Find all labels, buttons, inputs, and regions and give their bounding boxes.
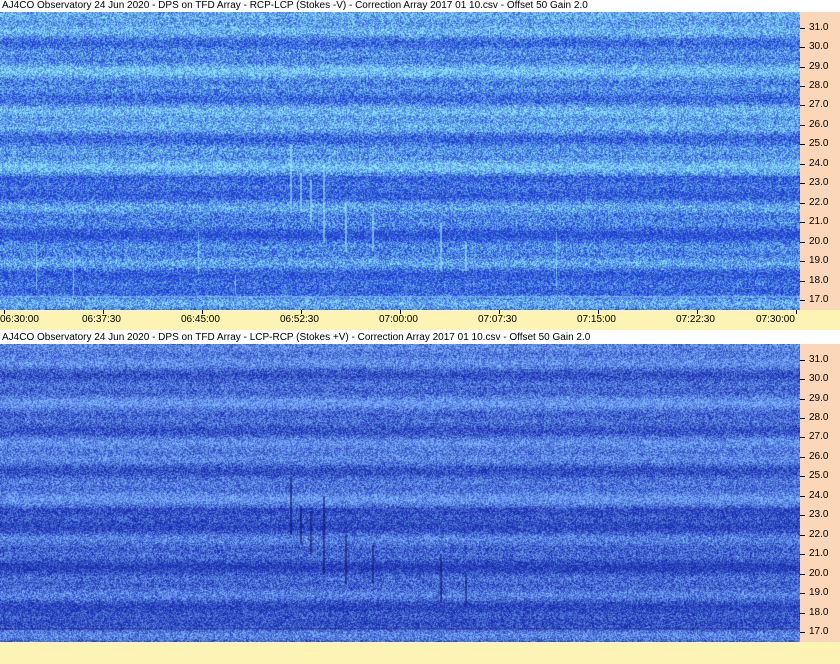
time-axis-tick-label: 06:30:00: [0, 314, 39, 325]
panel1-y-tick-label: 26.0: [809, 118, 829, 130]
panel2-y-tick: [800, 418, 805, 419]
panel1-y-tick: [800, 300, 805, 302]
panel1-y-tick-label: 21.0: [809, 216, 829, 228]
panel2-y-tick: [800, 437, 805, 439]
time-axis-tick: [796, 310, 797, 314]
panel2-y-tick-label: 27.0: [809, 431, 829, 443]
panel1-title: AJ4CO Observatory 24 Jun 2020 - DPS on T…: [2, 0, 588, 11]
time-axis-tick-label: 07:15:00: [577, 314, 616, 325]
panel1-y-tick: [800, 241, 805, 243]
panel1-y-tick-label: 18.0: [809, 274, 829, 286]
panel1-y-tick-label: 17.0: [809, 294, 829, 306]
panel1-y-tick: [800, 124, 805, 126]
bottom-axis-strip: [0, 642, 840, 664]
panel1-y-tick: [800, 105, 805, 107]
panel2-y-tick: [800, 554, 805, 556]
panel2-y-tick-label: 28.0: [809, 412, 829, 423]
panel2-y-tick-label: 24.0: [809, 489, 829, 501]
time-axis-tick-label: 07:00:00: [379, 314, 418, 325]
panel2-title: AJ4CO Observatory 24 Jun 2020 - DPS on T…: [2, 332, 591, 343]
panel2-y-tick-label: 25.0: [809, 470, 829, 482]
panel2-y-tick-label: 26.0: [809, 450, 829, 462]
time-axis: 06:30:00 06:37:30 06:45:00 06:52:30 07:00:00…: [0, 310, 840, 330]
panel1-y-tick-label: 24.0: [809, 157, 829, 169]
panel1-y-tick-label: 20.0: [809, 235, 829, 247]
panel1-y-tick: [800, 86, 805, 87]
panel2-y-tick: [800, 379, 805, 381]
time-axis-tick-label: 07:22:30: [676, 314, 715, 325]
panel2-y-tick: [800, 573, 805, 575]
panel1-y-tick-label: 30.0: [809, 41, 829, 53]
panel1-y-tick-label: 27.0: [809, 99, 829, 111]
panel2-y-tick: [800, 632, 805, 634]
time-axis-tick-label: 06:37:30: [82, 314, 121, 325]
panel1-y-tick: [800, 47, 805, 49]
panel2-y-tick-label: 17.0: [809, 626, 829, 638]
panel1-y-tick: [800, 163, 805, 165]
panel1-y-tick-label: 31.0: [809, 21, 829, 33]
time-axis-tick-label: 07:30:00: [756, 314, 795, 325]
panel2-y-tick-label: 23.0: [809, 509, 829, 521]
panel2-spectrogram-canvas: [0, 344, 800, 642]
panel1-y-tick-label: 25.0: [809, 138, 829, 150]
panel1-y-tick: [800, 66, 805, 68]
panel1-spectrogram-canvas: [0, 12, 800, 310]
panel1-y-axis: 17.0 18.0 19.0 20.0 21.0 22.0 23.0 24.0 25.0 26.0…: [800, 12, 840, 310]
panel2-y-tick: [800, 456, 805, 458]
panel2-y-tick-label: 22.0: [809, 528, 829, 540]
panel1-y-tick: [800, 261, 805, 263]
panel1-y-tick: [800, 222, 805, 224]
panel2-spectrogram: [0, 344, 800, 642]
panel2-y-tick: [800, 359, 805, 361]
panel2-y-tick: [800, 495, 805, 497]
panel2-y-tick: [800, 476, 805, 478]
panel1-y-tick: [800, 202, 805, 204]
panel2-y-tick: [800, 593, 805, 595]
panel2-y-tick-label: 30.0: [809, 373, 829, 385]
panel1-y-tick-label: 19.0: [809, 255, 829, 267]
panel2-y-tick-label: 29.0: [809, 392, 829, 404]
time-axis-tick-label: 06:52:30: [280, 314, 319, 325]
panel2-y-tick-label: 31.0: [809, 353, 829, 365]
panel2-y-tick: [800, 398, 805, 400]
panel2-y-tick-label: 20.0: [809, 567, 829, 579]
panel2-y-axis: 17.0 18.0 19.0 20.0 21.0 22.0 23.0 24.0 25.0 26.0…: [800, 344, 840, 642]
panel1-y-tick-label: 28.0: [809, 80, 829, 91]
panel2-y-tick: [800, 534, 805, 536]
panel1-y-tick-label: 23.0: [809, 177, 829, 189]
panel2-y-tick: [800, 515, 805, 517]
panel2-y-tick-label: 21.0: [809, 548, 829, 560]
panel1-y-tick-label: 29.0: [809, 60, 829, 72]
panel1-y-tick: [800, 27, 805, 29]
panel1-y-tick: [800, 183, 805, 185]
time-axis-tick-label: 07:07:30: [478, 314, 517, 325]
panel2-y-tick-label: 18.0: [809, 606, 829, 618]
time-axis-tick-label: 06:45:00: [181, 314, 220, 325]
panel1-y-tick: [800, 280, 805, 282]
panel1-y-tick-label: 22.0: [809, 196, 829, 208]
panel2-y-tick-label: 19.0: [809, 587, 829, 599]
panel2-y-tick: [800, 612, 805, 614]
panel1-y-tick: [800, 144, 805, 146]
panel1-spectrogram: [0, 12, 800, 310]
